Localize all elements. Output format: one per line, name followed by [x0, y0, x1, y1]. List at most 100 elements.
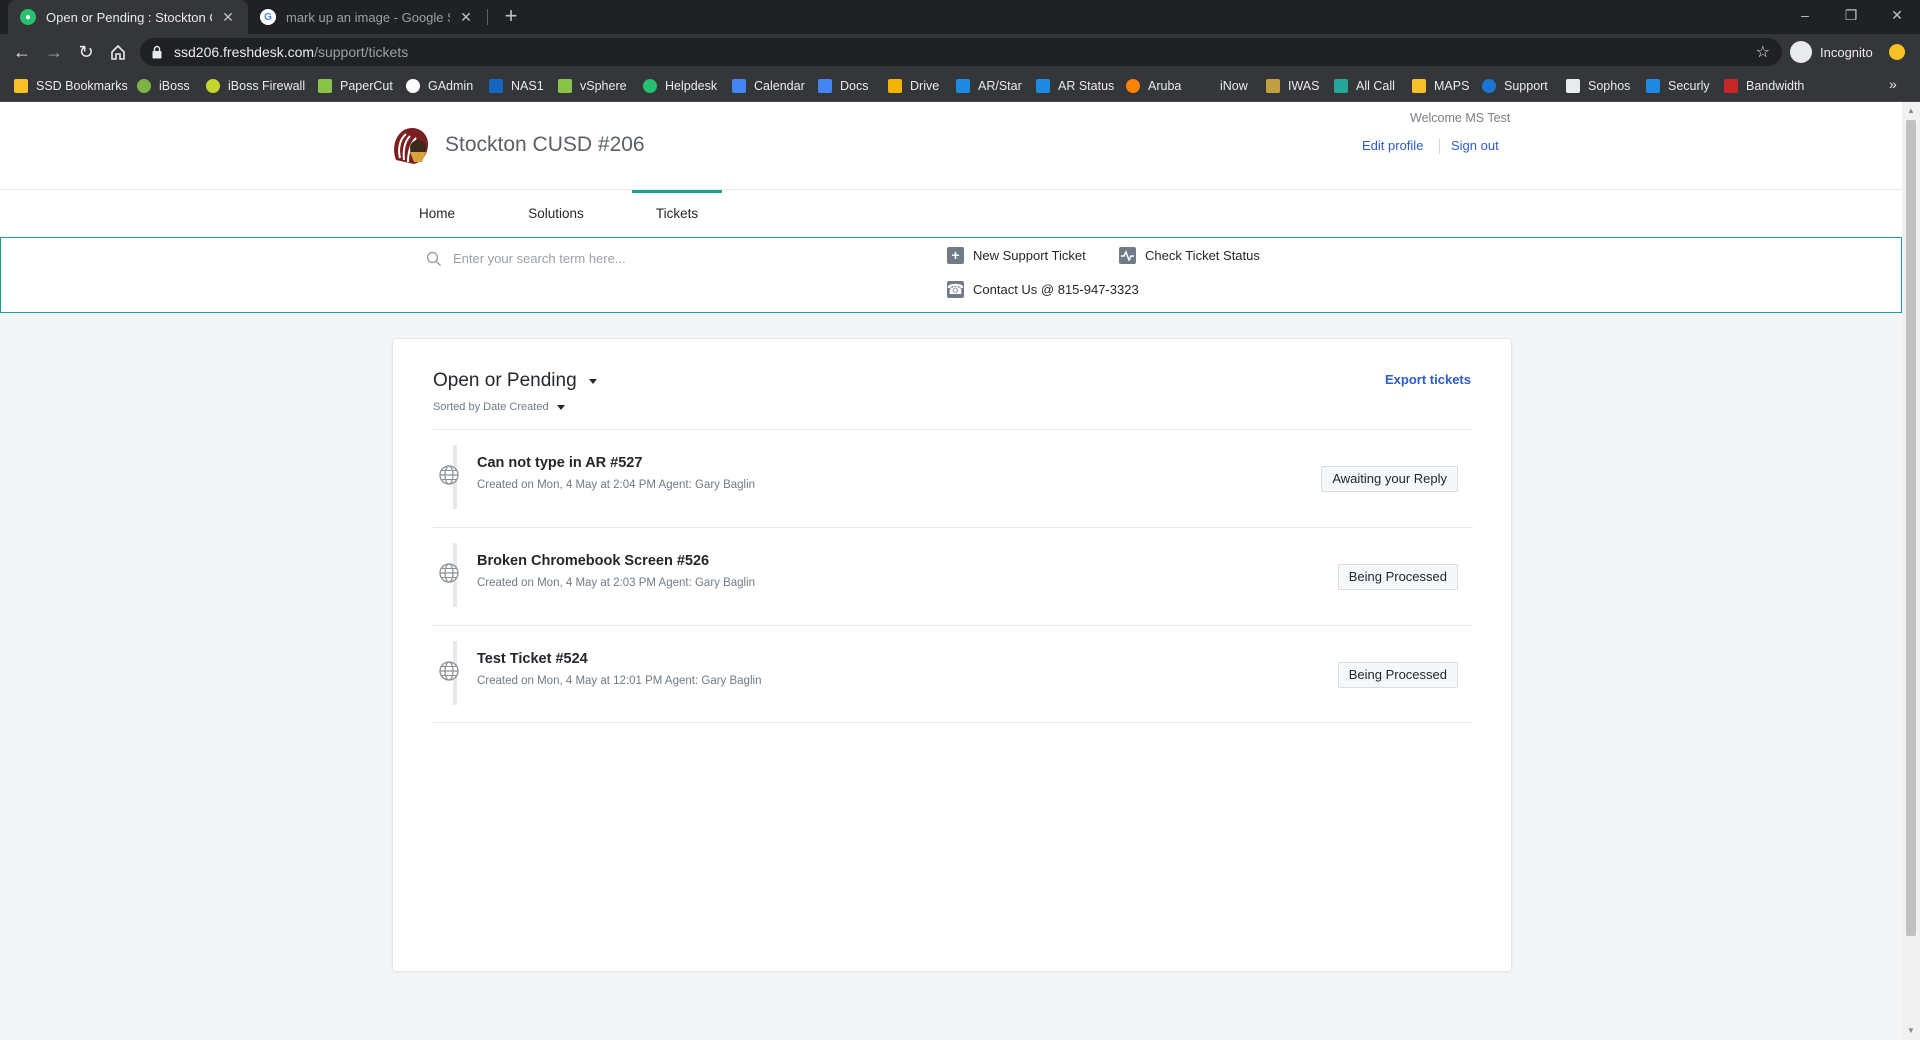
incognito-label: Incognito	[1820, 44, 1873, 60]
ticket-filter-dropdown[interactable]: Open or Pending	[433, 370, 597, 392]
ticket-subject[interactable]: Test Ticket #524	[477, 651, 588, 667]
bookmark-label: GAdmin	[428, 79, 474, 93]
bookmark-all-call[interactable]: All Call	[1334, 77, 1395, 95]
tab-separator	[487, 9, 488, 25]
forward-icon[interactable]: →	[42, 40, 66, 64]
bookmark-arstar[interactable]: AR/Star	[956, 77, 1022, 95]
status-badge: Being Processed	[1337, 564, 1458, 590]
site-name[interactable]: Stockton CUSD #206	[445, 133, 645, 157]
site-header: Stockton CUSD #206 Welcome MS Test Edit …	[0, 102, 1902, 190]
school-logo[interactable]	[386, 122, 434, 170]
reload-icon[interactable]: ↻	[74, 40, 98, 64]
bookmark-label: Helpdesk	[665, 79, 718, 93]
bookmark-securly[interactable]: Securly	[1646, 77, 1710, 95]
page-scrollbar[interactable]: ▲ ▼	[1902, 102, 1920, 1040]
arstar-icon	[1036, 79, 1050, 93]
globe-icon	[439, 661, 459, 681]
ticket-row[interactable]: Broken Chromebook Screen #526 Created on…	[433, 527, 1473, 625]
ticket-row[interactable]: Can not type in AR #527 Created on Mon, …	[433, 429, 1473, 527]
globe-icon	[439, 465, 459, 485]
plus-icon: +	[947, 247, 964, 264]
niu-icon	[1724, 79, 1738, 93]
close-icon[interactable]: ✕	[458, 9, 474, 26]
bookmark-label: PaperCut	[340, 79, 393, 93]
new-support-ticket-link[interactable]: + New Support Ticket	[947, 247, 1086, 264]
bookmark-iboss-firewall[interactable]: iBoss Firewall	[206, 77, 305, 95]
ticket-meta: Created on Mon, 4 May at 12:01 PM Agent:…	[477, 675, 762, 687]
bookmark-label: Aruba	[1148, 79, 1182, 93]
back-icon[interactable]: ←	[10, 40, 34, 64]
bookmark-bandwidth[interactable]: Bandwidth	[1724, 77, 1804, 95]
contact-us-link[interactable]: ☎ Contact Us @ 815-947-3323	[947, 281, 1139, 298]
export-tickets-link[interactable]: Export tickets	[1385, 372, 1471, 387]
tab-title: Open or Pending : Stockton CUSD #206	[46, 9, 212, 25]
close-icon[interactable]: ✕	[220, 9, 236, 26]
url-text: ssd206.freshdesk.com/support/tickets	[174, 44, 408, 60]
bookmark-aruba[interactable]: Aruba	[1126, 77, 1181, 95]
bookmark-papercut[interactable]: PaperCut	[318, 77, 393, 95]
bookmark-helpdesk[interactable]: Helpdesk	[643, 77, 717, 95]
nav-solutions[interactable]: Solutions	[516, 190, 596, 238]
scrollbar-thumb[interactable]	[1906, 120, 1916, 936]
more-bookmarks-icon[interactable]: »	[1889, 76, 1897, 92]
new-tab-button[interactable]: +	[498, 4, 524, 30]
bookmark-nas1[interactable]: NAS1	[489, 77, 544, 95]
ticket-row[interactable]: Test Ticket #524 Created on Mon, 4 May a…	[433, 625, 1473, 723]
restore-icon[interactable]: ❐	[1828, 0, 1874, 30]
sort-dropdown[interactable]: Sorted by Date Created	[433, 401, 565, 413]
bookmark-docs[interactable]: Docs	[818, 77, 868, 95]
nav-tickets[interactable]: Tickets	[632, 190, 722, 238]
bookmark-iwas[interactable]: IWAS	[1266, 77, 1319, 95]
bookmark-label: AR Status	[1058, 79, 1115, 93]
bookmark-label: Calendar	[754, 79, 805, 93]
address-bar[interactable]: ssd206.freshdesk.com/support/tickets ☆	[140, 38, 1782, 66]
sign-out-link[interactable]: Sign out	[1451, 138, 1499, 153]
extension-icon[interactable]	[1889, 44, 1905, 60]
ticket-subject[interactable]: Broken Chromebook Screen #526	[477, 553, 709, 569]
bookmark-vsphere[interactable]: vSphere	[558, 77, 627, 95]
vsphere-icon	[558, 79, 572, 93]
page: Stockton CUSD #206 Welcome MS Test Edit …	[0, 102, 1902, 1040]
bookmark-gadmin[interactable]: GAdmin	[406, 77, 473, 95]
home-icon[interactable]	[106, 40, 130, 64]
search-input[interactable]	[453, 246, 923, 270]
bookmark-label: Support	[1504, 79, 1548, 93]
bookmark-ssd-bookmarks[interactable]: SSD Bookmarks	[14, 77, 128, 95]
bookmark-drive[interactable]: Drive	[888, 77, 939, 95]
allcall-icon	[1334, 79, 1348, 93]
bookmark-inow[interactable]: iNow	[1198, 77, 1248, 95]
edit-profile-link[interactable]: Edit profile	[1362, 138, 1423, 153]
url-path: /support/tickets	[314, 44, 409, 60]
bookmark-star-icon[interactable]: ☆	[1756, 42, 1770, 62]
phone-icon: ☎	[946, 281, 965, 298]
bookmark-label: SSD Bookmarks	[36, 79, 128, 93]
minimize-icon[interactable]: –	[1782, 0, 1828, 30]
pulse-icon	[1119, 247, 1136, 264]
ticket-subject[interactable]: Can not type in AR #527	[477, 455, 642, 471]
bookmark-label: Securly	[1668, 79, 1710, 93]
bookmark-sophos[interactable]: Sophos	[1566, 77, 1630, 95]
papercut-icon	[318, 79, 332, 93]
check-status-label: Check Ticket Status	[1145, 248, 1260, 263]
check-ticket-status-link[interactable]: Check Ticket Status	[1119, 247, 1260, 264]
bookmark-ar-status[interactable]: AR Status	[1036, 77, 1114, 95]
contact-label: Contact Us @ 815-947-3323	[973, 282, 1139, 297]
browser-tab[interactable]: G mark up an image - Google Search ✕	[248, 0, 486, 34]
incognito-indicator[interactable]: Incognito	[1790, 40, 1873, 64]
scroll-up-icon[interactable]: ▲	[1906, 106, 1916, 115]
bookmark-label: IWAS	[1288, 79, 1320, 93]
bookmark-label: NAS1	[511, 79, 544, 93]
nav-home[interactable]: Home	[404, 190, 470, 238]
search-icon	[426, 251, 441, 266]
bookmark-support[interactable]: Support	[1482, 77, 1548, 95]
bookmark-iboss[interactable]: iBoss	[137, 77, 190, 95]
bookmark-maps[interactable]: MAPS	[1412, 77, 1469, 95]
bookmark-calendar[interactable]: Calendar	[732, 77, 805, 95]
incognito-icon	[1790, 41, 1812, 63]
window-close-icon[interactable]: ✕	[1874, 0, 1920, 30]
browser-tab-active[interactable]: ● Open or Pending : Stockton CUSD #206 ✕	[8, 0, 248, 34]
scroll-down-icon[interactable]: ▼	[1906, 1026, 1916, 1035]
new-ticket-label: New Support Ticket	[973, 248, 1086, 263]
bookmarks-bar: SSD Bookmarks iBoss iBoss Firewall Paper…	[0, 70, 1920, 102]
bookmark-label: Sophos	[1588, 79, 1631, 93]
